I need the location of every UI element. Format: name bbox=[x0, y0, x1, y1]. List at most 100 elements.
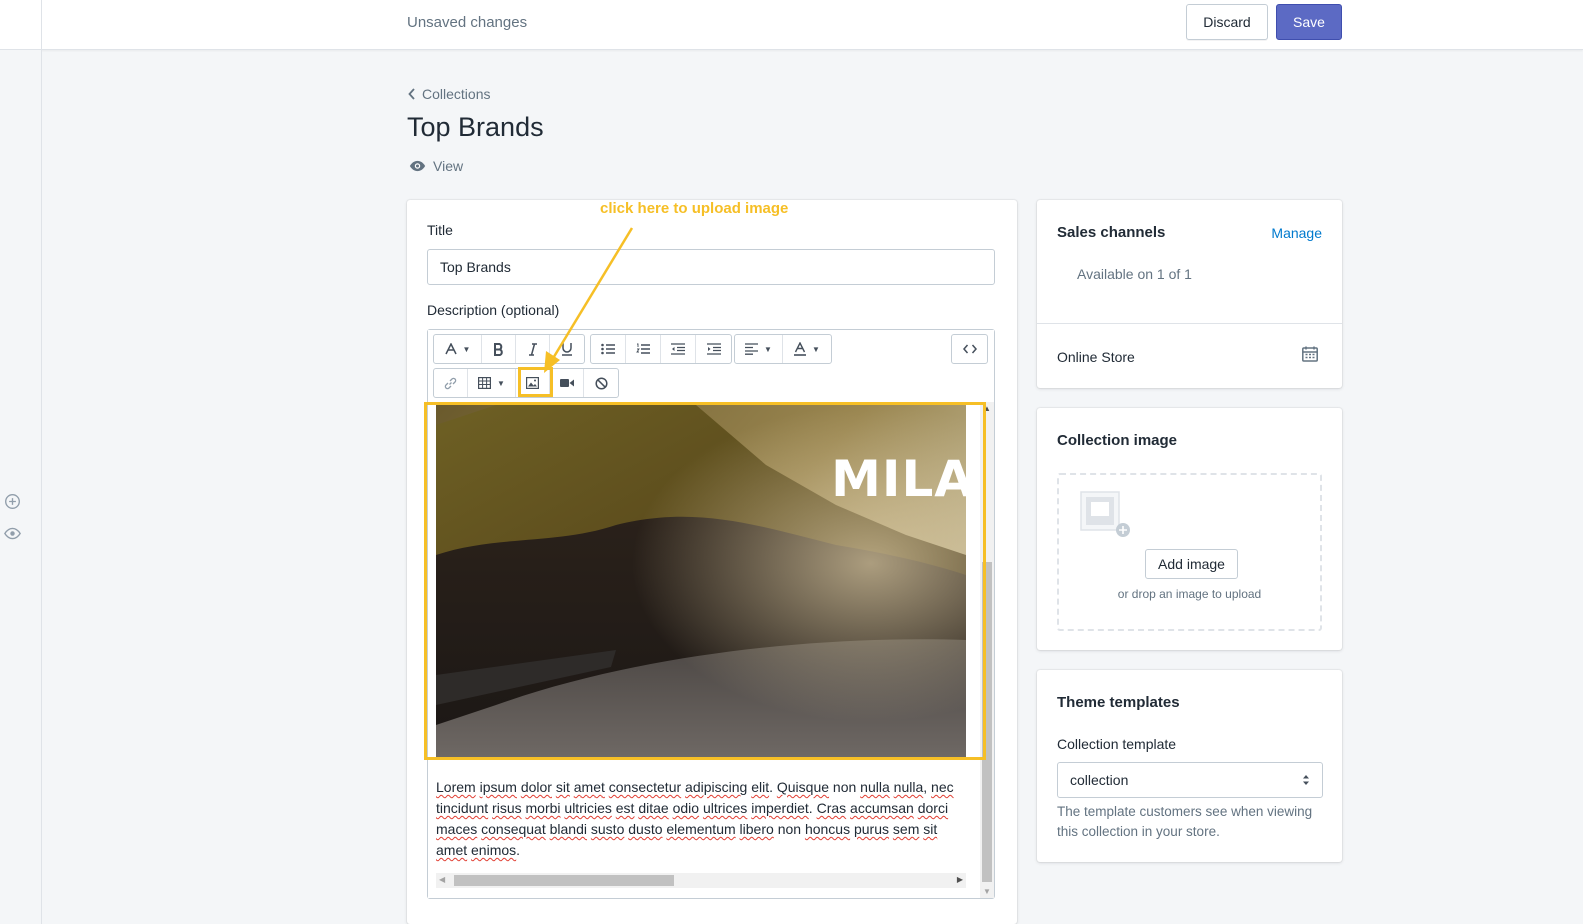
add-circle-icon[interactable] bbox=[4, 493, 21, 510]
description-word: amet bbox=[573, 779, 605, 795]
description-text: Lorem ipsum dolor sit amet consectetur a… bbox=[436, 779, 954, 858]
description-word: purus bbox=[853, 821, 890, 837]
font-icon bbox=[444, 343, 457, 355]
description-word: accumsan bbox=[850, 800, 914, 816]
description-word: consectetur bbox=[608, 779, 682, 795]
collection-image-title: Collection image bbox=[1057, 432, 1178, 449]
clear-format-icon bbox=[594, 376, 608, 390]
description-word: Cras bbox=[816, 800, 847, 816]
availability-text: Available on 1 of 1 bbox=[1077, 266, 1192, 282]
description-word: tincidunt bbox=[436, 800, 489, 816]
description-word: ultrices bbox=[702, 800, 748, 816]
collection-image-card: Collection image Add image or drop an im… bbox=[1037, 408, 1342, 650]
description-word: nec bbox=[931, 779, 954, 795]
table-icon bbox=[478, 377, 492, 389]
description-word: nulla bbox=[893, 779, 924, 795]
align-button[interactable]: ▼ bbox=[735, 335, 783, 363]
description-word: amet bbox=[436, 842, 468, 858]
description-word: sit bbox=[555, 779, 570, 795]
description-word: enimos bbox=[471, 842, 517, 858]
theme-templates-card: Theme templates Collection template coll… bbox=[1037, 670, 1342, 862]
description-word: morbi bbox=[525, 800, 561, 816]
description-word: dolor bbox=[520, 779, 552, 795]
bold-icon bbox=[494, 342, 503, 356]
chevron-left-icon bbox=[408, 88, 415, 100]
description-word: ultricies bbox=[564, 800, 612, 816]
description-word: imperdiet bbox=[751, 800, 809, 816]
theme-templates-title: Theme templates bbox=[1057, 694, 1180, 711]
chevron-down-icon: ▼ bbox=[764, 344, 772, 354]
video-camera-icon bbox=[559, 379, 574, 387]
text-color-icon bbox=[794, 342, 807, 356]
title-label: Title bbox=[427, 222, 453, 238]
sales-channels-card: Sales channels Manage Available on 1 of … bbox=[1037, 200, 1342, 388]
title-input[interactable]: Top Brands bbox=[427, 249, 995, 285]
description-word: risus bbox=[492, 800, 522, 816]
bold-button[interactable] bbox=[482, 335, 516, 363]
description-word: non bbox=[777, 821, 802, 837]
breadcrumb-label[interactable]: Collections bbox=[422, 86, 490, 102]
save-button[interactable]: Save bbox=[1276, 4, 1342, 40]
discard-button[interactable]: Discard bbox=[1186, 4, 1268, 40]
italic-icon bbox=[528, 342, 537, 356]
link-button[interactable] bbox=[434, 369, 468, 397]
align-left-icon bbox=[745, 343, 759, 355]
chevron-down-icon: ▼ bbox=[812, 344, 820, 354]
link-icon bbox=[444, 377, 457, 389]
description-word: ditae bbox=[638, 800, 669, 816]
description-word: consequat bbox=[481, 821, 546, 837]
description-word: libero bbox=[739, 821, 774, 837]
annotation-arrow-icon bbox=[544, 227, 634, 373]
horizontal-scroll-thumb[interactable] bbox=[454, 875, 674, 886]
html-group bbox=[951, 334, 988, 364]
eye-icon bbox=[409, 160, 426, 172]
description-word: sem bbox=[892, 821, 920, 837]
description-word: non bbox=[832, 779, 857, 795]
indent-icon bbox=[706, 343, 721, 355]
image-placeholder-icon bbox=[1080, 491, 1130, 537]
annotation-text: click here to upload image bbox=[600, 200, 789, 217]
description-word: dorci bbox=[917, 800, 949, 816]
description-word: sit bbox=[923, 821, 938, 837]
font-style-button[interactable]: ▼ bbox=[434, 335, 482, 363]
breadcrumb[interactable]: Collections bbox=[408, 86, 490, 102]
sales-channels-title: Sales channels bbox=[1057, 224, 1166, 241]
description-word: est bbox=[615, 800, 635, 816]
annotation-highlight-image-button bbox=[518, 367, 553, 397]
outdent-button[interactable] bbox=[661, 335, 696, 363]
description-word: elit bbox=[751, 779, 770, 795]
table-button[interactable]: ▼ bbox=[468, 369, 516, 397]
view-link[interactable]: View bbox=[409, 158, 463, 174]
text-color-button[interactable]: ▼ bbox=[783, 335, 831, 363]
drop-hint: or drop an image to upload bbox=[1117, 587, 1262, 601]
description-word: adipiscing bbox=[685, 779, 748, 795]
horizontal-scrollbar[interactable]: ◀ ▶ bbox=[436, 873, 966, 888]
indent-button[interactable] bbox=[696, 335, 731, 363]
html-source-button[interactable] bbox=[952, 335, 987, 363]
description-word: maces bbox=[436, 821, 478, 837]
align-color-group: ▼ ▼ bbox=[734, 334, 832, 364]
top-bar: Unsaved changes Discard Save bbox=[0, 0, 1583, 50]
rail-top bbox=[0, 0, 42, 50]
add-image-button[interactable]: Add image bbox=[1145, 549, 1238, 579]
outdent-icon bbox=[671, 343, 685, 355]
unsaved-status: Unsaved changes bbox=[407, 14, 528, 31]
description-word: dusto bbox=[628, 821, 663, 837]
description-word: Lorem bbox=[436, 779, 476, 795]
eye-icon[interactable] bbox=[4, 525, 21, 542]
description-word: elementum bbox=[666, 821, 736, 837]
manage-link[interactable]: Manage bbox=[1271, 225, 1322, 241]
view-label[interactable]: View bbox=[433, 158, 463, 174]
description-word: nulla bbox=[860, 779, 890, 795]
left-rail bbox=[0, 50, 42, 924]
template-help-text: The template customers see when viewing … bbox=[1057, 804, 1313, 839]
collection-template-select[interactable]: collection bbox=[1057, 762, 1323, 798]
online-store-label: Online Store bbox=[1057, 349, 1135, 365]
calendar-icon[interactable] bbox=[1302, 346, 1318, 362]
chevron-down-icon: ▼ bbox=[462, 344, 471, 354]
image-dropzone[interactable]: Add image or drop an image to upload bbox=[1057, 473, 1322, 631]
editor-toolbar: ▼ ▼ ▼ ▼ bbox=[428, 330, 994, 402]
template-select-value: collection bbox=[1070, 772, 1129, 788]
description-word: Quisque bbox=[776, 779, 830, 795]
description-word: ipsum bbox=[479, 779, 517, 795]
